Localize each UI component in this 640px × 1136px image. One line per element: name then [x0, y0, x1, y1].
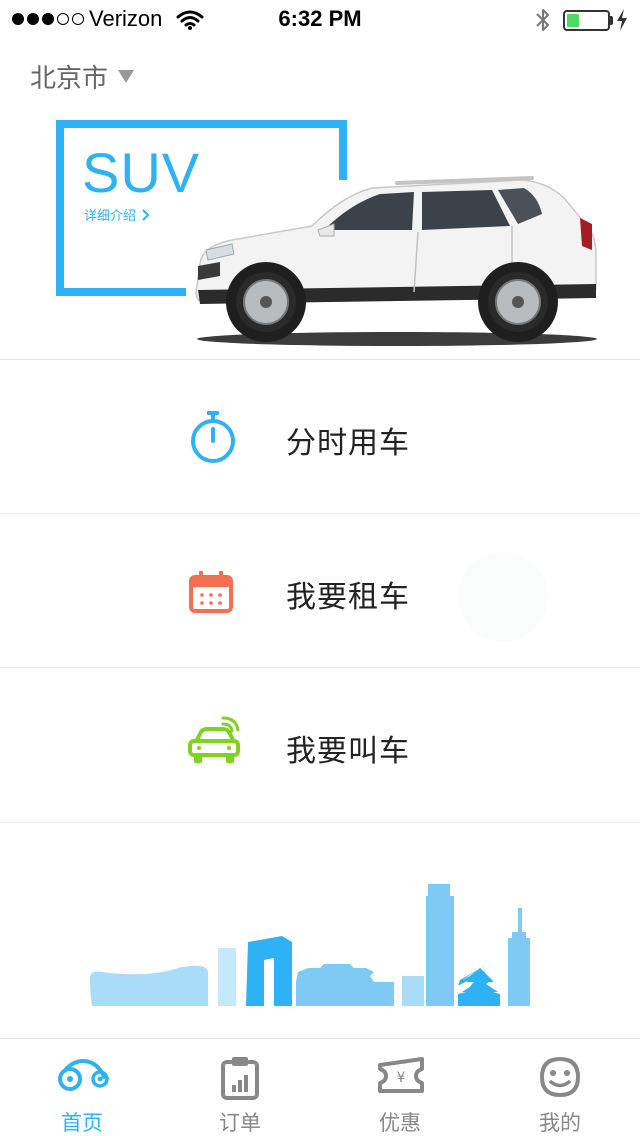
- frame-top: [56, 120, 347, 128]
- hero-title: SUV: [82, 141, 201, 204]
- watermark-circle: [458, 552, 548, 642]
- coupon-yen-icon: ¥: [378, 1057, 424, 1093]
- menu-label: 我要租车: [286, 580, 410, 615]
- dropdown-arrow-icon: [118, 70, 135, 83]
- clipboard-chart-icon: [221, 1057, 259, 1100]
- stopwatch-icon: [191, 411, 235, 463]
- home-bike-icon: [58, 1059, 109, 1091]
- tab-label: 我的: [539, 1111, 581, 1135]
- menu-label: 我要叫车: [286, 734, 410, 769]
- bluetooth-icon: [536, 9, 549, 31]
- frame-bottom: [56, 288, 186, 296]
- calendar-icon: [189, 571, 233, 613]
- detail-link[interactable]: 详细介绍: [84, 205, 150, 224]
- battery-tip: [610, 16, 613, 25]
- frame-right: [339, 120, 347, 180]
- hero-banner[interactable]: SUV 详细介绍: [0, 100, 640, 358]
- menu-item-call-car[interactable]: 我要叫车: [0, 668, 640, 820]
- frame-left: [56, 120, 64, 296]
- charging-bolt-icon: [617, 9, 627, 31]
- beijing-skyline-illustration: [90, 884, 530, 1006]
- tab-label: 订单: [219, 1111, 261, 1135]
- tab-coupons[interactable]: ¥ 优惠: [320, 1039, 480, 1136]
- status-bar: Verizon 6:32 PM: [0, 0, 640, 40]
- chevron-right-icon: [142, 208, 150, 221]
- suv-car-image: [195, 176, 597, 346]
- divider: [0, 822, 640, 823]
- tab-bar: 首页 订单 ¥ 优惠 我的: [0, 1038, 640, 1136]
- tab-home[interactable]: 首页: [2, 1039, 162, 1136]
- tab-label: 首页: [61, 1111, 103, 1135]
- detail-link-label: 详细介绍: [84, 209, 137, 224]
- menu-item-hourly-rental[interactable]: 分时用车: [0, 360, 640, 512]
- city-selector[interactable]: 北京市: [30, 58, 135, 95]
- battery-icon: [563, 10, 610, 31]
- svg-text:¥: ¥: [397, 1070, 406, 1086]
- tab-profile[interactable]: 我的: [480, 1039, 640, 1136]
- city-label: 北京市: [30, 64, 109, 94]
- tab-orders[interactable]: 订单: [160, 1039, 320, 1136]
- car-signal-icon: [188, 716, 240, 763]
- tab-label: 优惠: [379, 1111, 421, 1135]
- menu-label: 分时用车: [286, 426, 410, 461]
- smiley-face-icon: [539, 1056, 581, 1098]
